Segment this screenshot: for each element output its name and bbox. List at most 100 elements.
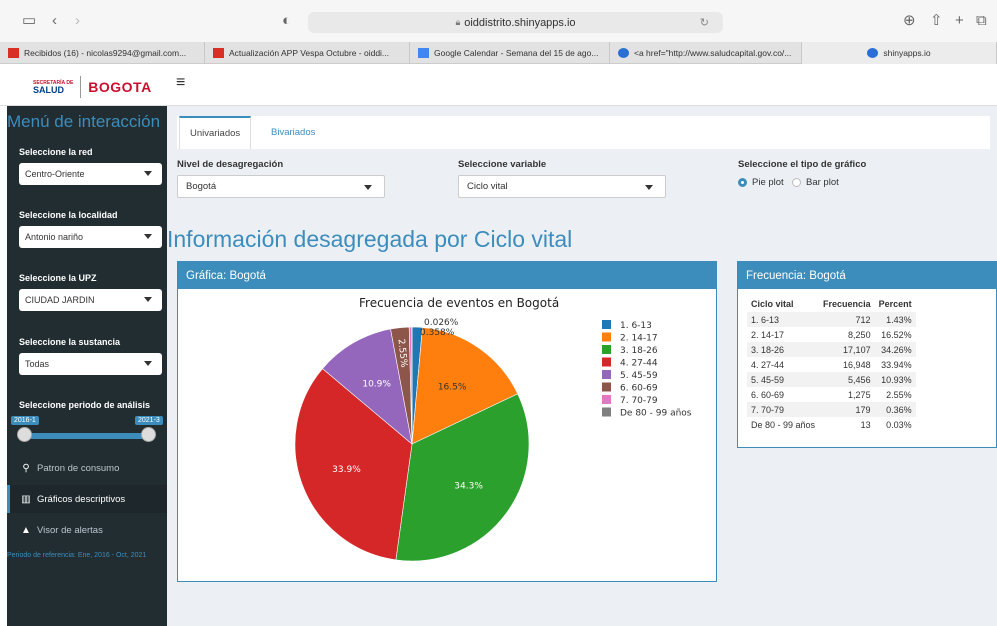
slider-to-tag: 2021-3	[135, 416, 163, 425]
radio-selected-icon	[738, 178, 747, 187]
cell-frecuencia: 5,456	[819, 372, 875, 387]
tab-bivariados[interactable]: Bivariados	[261, 116, 325, 149]
slider-from-handle[interactable]	[17, 427, 32, 442]
browser-tab[interactable]: Actualización APP Vespa Octubre - oiddi.…	[205, 42, 410, 64]
cell-ciclo-vital: 3. 18-26	[747, 342, 820, 357]
browser-tab[interactable]: Recibidos (16) - nicolas9294@gmail.com..…	[0, 42, 205, 64]
red-select-value: Centro-Oriente	[25, 169, 85, 179]
sustancia-select[interactable]: Todas	[19, 353, 162, 375]
legend-label[interactable]: 4. 27-44	[620, 359, 658, 369]
menu-graficos-descriptivos[interactable]: ▥ Gráficos descriptivos	[7, 485, 167, 513]
radio-pie-plot[interactable]: Pie plot	[738, 177, 784, 188]
radio-label: Bar plot	[806, 177, 839, 188]
pie-chart[interactable]: Frecuencia de eventos en Bogotá 16.5% 34.…	[178, 289, 716, 581]
browser-tab-active[interactable]: shinyapps.io	[802, 42, 997, 64]
chevron-down-icon	[364, 185, 372, 190]
legend-label[interactable]: 7. 70-79	[620, 396, 658, 406]
legend-swatch[interactable]	[602, 332, 611, 342]
localidad-select[interactable]: Antonio nariño	[19, 226, 162, 248]
tab-overview-icon[interactable]: ⧉	[976, 13, 987, 29]
periodo-slider-track[interactable]	[24, 433, 150, 439]
col-frecuencia[interactable]: Frecuencia	[819, 296, 875, 312]
cell-frecuencia: 179	[819, 402, 875, 417]
legend-label[interactable]: 3. 18-26	[620, 346, 658, 356]
cell-ciclo-vital: 2. 14-17	[751, 329, 785, 340]
red-label: Seleccione la red	[19, 147, 93, 157]
legend-swatch[interactable]	[602, 370, 611, 379]
cell-percent: 2.55%	[886, 389, 912, 400]
globe-icon	[867, 48, 879, 58]
nivel-select[interactable]: Bogotá	[177, 175, 385, 198]
sustancia-label: Seleccione la sustancia	[19, 337, 121, 347]
hamburger-menu-icon[interactable]: ≡	[176, 74, 185, 92]
upz-select[interactable]: CIUDAD JARDIN	[19, 289, 162, 311]
tab-univariados[interactable]: Univariados	[179, 116, 252, 149]
upz-label: Seleccione la UPZ	[19, 273, 97, 283]
cell-frecuencia: 13	[860, 419, 871, 430]
table-row: 6. 60-69 1,275 2.55%	[747, 387, 916, 402]
periodo-label: Seleccione periodo de análisis	[19, 400, 151, 410]
localidad-label: Seleccione la localidad	[19, 210, 118, 220]
legend-swatch[interactable]	[602, 320, 611, 329]
table-row: 1. 6-13 712 1.43%	[747, 312, 916, 327]
reference-period: Periodo de referencia: Ene, 2016 - Oct, …	[7, 552, 147, 559]
variable-select-value: Ciclo vital	[467, 181, 508, 192]
legend-swatch[interactable]	[602, 357, 611, 367]
chart-box-title: Gráfica: Bogotá	[178, 262, 716, 289]
legend-swatch[interactable]	[602, 382, 611, 392]
chevron-down-icon	[144, 297, 152, 302]
logo-divider	[80, 76, 82, 98]
browser-tab-label: <a href="http://www.saludcapital.gov.co/…	[634, 48, 792, 58]
sidebar-toggle-icon[interactable]: ▭	[22, 13, 36, 29]
cell-ciclo-vital: 5. 45-59	[747, 372, 820, 387]
col-percent[interactable]: Percent	[875, 296, 916, 312]
menu-item-label: Patron de consumo	[37, 462, 120, 474]
chevron-down-icon	[144, 234, 152, 239]
share-icon[interactable]: ⇧	[930, 13, 943, 29]
slider-to-handle[interactable]	[141, 427, 156, 442]
menu-visor-alertas[interactable]: ▲ Visor de alertas	[7, 516, 167, 544]
legend-label[interactable]: 6. 60-69	[620, 384, 658, 394]
legend-label[interactable]: De 80 - 99 años	[620, 409, 692, 419]
pie-slice-label: 10.9%	[362, 379, 391, 389]
cell-percent: 10.93%	[874, 372, 916, 387]
pie-slice-label: 0.358%	[420, 328, 455, 338]
table-box: Frecuencia: Bogotá Ciclo vital Frecuenci…	[737, 261, 997, 448]
nivel-select-value: Bogotá	[186, 181, 217, 192]
privacy-shield-icon[interactable]: ◐	[282, 13, 291, 29]
logo-salud-text: SALUD	[33, 84, 64, 95]
legend-label[interactable]: 1. 6-13	[620, 321, 652, 331]
legend-swatch[interactable]	[602, 395, 611, 404]
radio-bar-plot[interactable]: Bar plot	[792, 177, 839, 188]
radio-unselected-icon	[792, 178, 801, 187]
col-ciclo-vital[interactable]: Ciclo vital	[747, 296, 819, 312]
table-row: 2. 14-17 8,250 16.52%	[747, 327, 916, 342]
menu-patron-consumo[interactable]: ⚲ Patron de consumo	[7, 454, 167, 482]
cell-frecuencia: 1,275	[848, 389, 871, 400]
table-box-title: Frecuencia: Bogotá	[738, 262, 996, 289]
download-icon[interactable]: ⊕	[903, 13, 916, 29]
sidebar: Menú de interacción Seleccione la red Ce…	[7, 106, 167, 626]
legend-label[interactable]: 5. 45-59	[620, 371, 658, 381]
browser-tab-label: Actualización APP Vespa Octubre - oiddi.…	[229, 48, 390, 58]
browser-tab[interactable]: <a href="http://www.saludcapital.gov.co/…	[610, 42, 802, 64]
red-select[interactable]: Centro-Oriente	[19, 163, 162, 185]
reload-icon[interactable]: ↻	[700, 16, 709, 29]
legend-swatch[interactable]	[602, 345, 611, 354]
chevron-down-icon	[144, 361, 152, 366]
back-icon[interactable]: ‹	[52, 13, 57, 29]
cell-percent: 0.03%	[886, 419, 912, 430]
cell-frecuencia: 17,107	[819, 342, 875, 357]
new-tab-icon[interactable]: +	[955, 13, 964, 29]
browser-tabs: Recibidos (16) - nicolas9294@gmail.com..…	[0, 42, 997, 64]
app-header: SECRETARÍA DE SALUD BOGOTA ≡	[0, 64, 997, 106]
variable-select[interactable]: Ciclo vital	[458, 175, 666, 198]
browser-tab[interactable]: Google Calendar - Semana del 15 de ago..…	[410, 42, 610, 64]
menu-item-label: Visor de alertas	[37, 524, 103, 536]
address-bar[interactable]: 🔒︎ oiddistrito.shinyapps.io ↻	[308, 12, 723, 33]
forward-icon[interactable]: ›	[75, 13, 80, 29]
legend-label[interactable]: 2. 14-17	[620, 334, 658, 344]
table-row: 4. 27-44 16,948 33.94%	[747, 357, 916, 372]
legend-swatch[interactable]	[602, 407, 611, 417]
slider-from-tag: 2016-1	[11, 416, 39, 425]
